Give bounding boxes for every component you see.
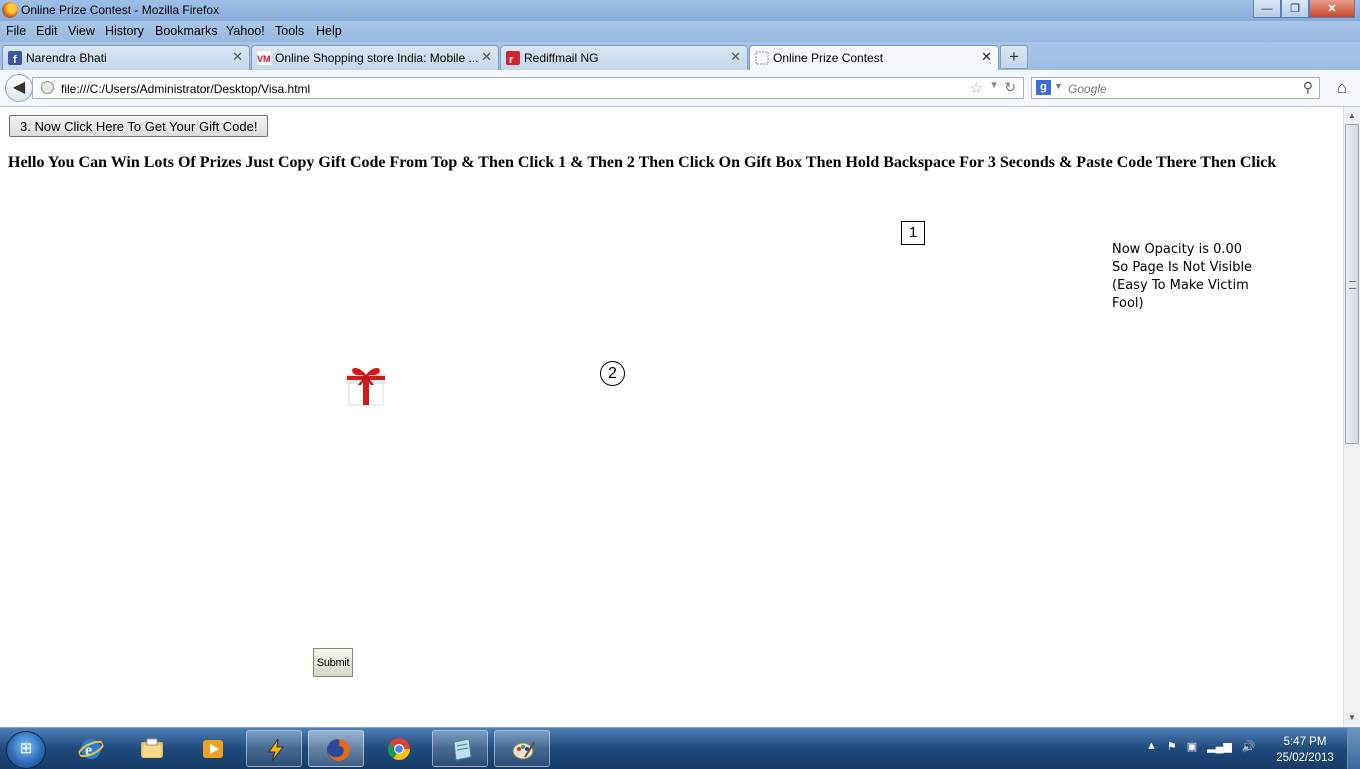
- rediff-icon: r: [506, 51, 520, 65]
- taskbar-windows-explorer[interactable]: [123, 730, 179, 767]
- taskbar-notepad[interactable]: [432, 730, 488, 767]
- search-input[interactable]: [1066, 79, 1290, 98]
- home-button[interactable]: ⌂: [1331, 78, 1353, 98]
- chrome-icon: [388, 738, 410, 760]
- taskbar-media-player[interactable]: [184, 730, 240, 767]
- action-center-flag-icon[interactable]: ⚑: [1167, 740, 1177, 753]
- notepad-icon: [453, 738, 472, 761]
- internet-explorer-icon: e: [78, 739, 104, 759]
- vm-icon: VM: [257, 51, 271, 65]
- menu-help[interactable]: Help: [316, 24, 342, 38]
- taskbar-paint[interactable]: [494, 730, 550, 767]
- tab-online-prize-contest[interactable]: Online Prize Contest ✕: [749, 45, 999, 71]
- clock-date: 25/02/2013: [1276, 752, 1334, 764]
- search-icon[interactable]: ⚲: [1303, 79, 1313, 96]
- tab-close-icon[interactable]: ✕: [481, 49, 492, 65]
- tab-rediffmail[interactable]: r Rediffmail NG ✕: [500, 45, 748, 70]
- page-content: 3. Now Click Here To Get Your Gift Code!…: [0, 107, 1343, 727]
- back-button[interactable]: ◀: [5, 74, 33, 102]
- globe-icon: [41, 81, 54, 94]
- tab-close-icon[interactable]: ✕: [232, 49, 243, 65]
- window-controls: — ❐ ✕: [1253, 0, 1355, 18]
- volume-icon[interactable]: 🔊: [1242, 740, 1256, 753]
- windows-taskbar: ⊞ e ▲ ⚑ ▣ ▂▄▆ 🔊 5:47 PM 25/02/2013: [0, 727, 1360, 769]
- title-bar: Online Prize Contest - Mozilla Firefox —…: [0, 0, 1360, 21]
- firefox-logo-icon: [2, 2, 18, 18]
- winamp-icon: [268, 738, 285, 762]
- url-bar[interactable]: ☆ ▼ ↻: [32, 77, 1024, 99]
- taskbar-internet-explorer[interactable]: e: [62, 730, 118, 767]
- windows-logo-icon: ⊞: [19, 740, 33, 757]
- back-arrow-icon: ◀: [12, 79, 26, 96]
- tab-online-shopping[interactable]: VM Online Shopping store India: Mobile .…: [251, 45, 499, 70]
- tab-narendra-bhati[interactable]: f Narendra Bhati ✕: [2, 45, 250, 70]
- tab-label: Narendra Bhati: [26, 51, 107, 65]
- show-desktop-button[interactable]: [1347, 728, 1360, 769]
- navigation-bar: ☆ ▼ ↻ ◀ g ▼ ⚲ ⌂: [0, 70, 1360, 107]
- show-hidden-icons-icon[interactable]: ▲: [1146, 740, 1157, 753]
- menu-file[interactable]: File: [6, 24, 26, 38]
- vertical-scrollbar[interactable]: ▲ ▼: [1343, 107, 1360, 727]
- search-engine-dropdown-icon[interactable]: ▼: [1054, 81, 1063, 91]
- scrollbar-thumb[interactable]: [1345, 124, 1359, 444]
- tab-label: Rediffmail NG: [524, 51, 599, 65]
- menu-tools[interactable]: Tools: [275, 24, 304, 38]
- tab-bar: f Narendra Bhati ✕ VM Online Shopping st…: [0, 42, 1360, 71]
- firefox-icon: [327, 738, 350, 761]
- menu-bookmarks[interactable]: Bookmarks: [155, 24, 218, 38]
- close-window-button[interactable]: ✕: [1309, 0, 1355, 18]
- menu-history[interactable]: History: [105, 24, 144, 38]
- blank-page-icon: [755, 51, 769, 65]
- scrollbar-grip-icon: [1349, 281, 1356, 289]
- svg-text:f: f: [13, 54, 17, 65]
- search-bar[interactable]: g ▼ ⚲: [1031, 77, 1320, 99]
- url-input[interactable]: [59, 79, 943, 98]
- tab-label: Online Prize Contest: [773, 51, 884, 65]
- scroll-up-arrow-icon[interactable]: ▲: [1348, 111, 1356, 120]
- media-player-icon: [203, 740, 223, 758]
- clock-time: 5:47 PM: [1283, 736, 1327, 748]
- scroll-down-arrow-icon[interactable]: ▼: [1348, 713, 1356, 722]
- svg-text:r: r: [509, 54, 514, 65]
- gift-box-icon[interactable]: [345, 361, 387, 407]
- history-dropdown-icon[interactable]: ▼: [989, 80, 999, 91]
- svg-text:VM: VM: [257, 54, 271, 64]
- facebook-icon: f: [8, 51, 22, 65]
- taskbar-winamp[interactable]: [246, 730, 302, 767]
- system-tray: ▲ ⚑ ▣ ▂▄▆ 🔊: [1146, 740, 1256, 753]
- menu-yahoo[interactable]: Yahoo!: [226, 24, 265, 38]
- paint-icon: [512, 740, 536, 760]
- tab-close-icon[interactable]: ✕: [981, 49, 992, 65]
- folder-icon: [141, 738, 163, 758]
- tab-close-icon[interactable]: ✕: [730, 49, 741, 65]
- taskbar-chrome[interactable]: [370, 730, 426, 767]
- removable-device-icon[interactable]: ▣: [1187, 740, 1197, 753]
- tab-label: Online Shopping store India: Mobile ...: [275, 51, 479, 65]
- menu-view[interactable]: View: [68, 24, 95, 38]
- taskbar-firefox[interactable]: [308, 730, 364, 767]
- window-title: Online Prize Contest - Mozilla Firefox: [21, 3, 220, 17]
- new-tab-button[interactable]: +: [1000, 45, 1028, 69]
- minimize-button[interactable]: —: [1253, 0, 1281, 18]
- opacity-note: Now Opacity is 0.00 So Page Is Not Visib…: [1112, 242, 1253, 311]
- marker-1[interactable]: 1: [901, 221, 925, 245]
- instructions-text: Hello You Can Win Lots Of Prizes Just Co…: [8, 154, 1277, 171]
- home-icon: ⌂: [1336, 78, 1348, 97]
- marker-2[interactable]: 2: [600, 361, 625, 386]
- google-icon[interactable]: g: [1036, 80, 1051, 95]
- network-signal-icon[interactable]: ▂▄▆: [1207, 740, 1232, 753]
- menu-bar: File Edit View History Bookmarks Yahoo! …: [0, 21, 1360, 42]
- reload-icon[interactable]: ↻: [1004, 79, 1016, 96]
- menu-edit[interactable]: Edit: [36, 24, 58, 38]
- get-gift-code-button[interactable]: 3. Now Click Here To Get Your Gift Code!: [9, 115, 269, 137]
- submit-button[interactable]: Submit: [313, 648, 353, 677]
- start-button[interactable]: ⊞: [6, 731, 46, 769]
- bookmark-star-icon[interactable]: ☆: [970, 79, 983, 97]
- maximize-button[interactable]: ❐: [1281, 0, 1309, 18]
- system-clock[interactable]: 5:47 PM 25/02/2013: [1274, 734, 1336, 766]
